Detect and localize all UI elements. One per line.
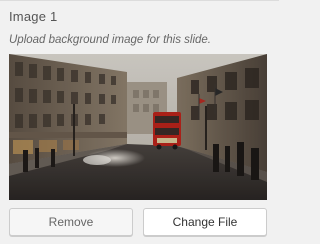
change-file-button[interactable]: Change File [143,208,267,236]
slide-title: Image 1 [9,9,58,24]
slide-image-panel: Image 1 Upload background image for this… [0,0,279,244]
slide-image-preview [9,54,267,200]
slide-description: Upload background image for this slide. [9,34,212,46]
remove-button[interactable]: Remove [9,208,133,236]
street-photo [9,54,267,200]
